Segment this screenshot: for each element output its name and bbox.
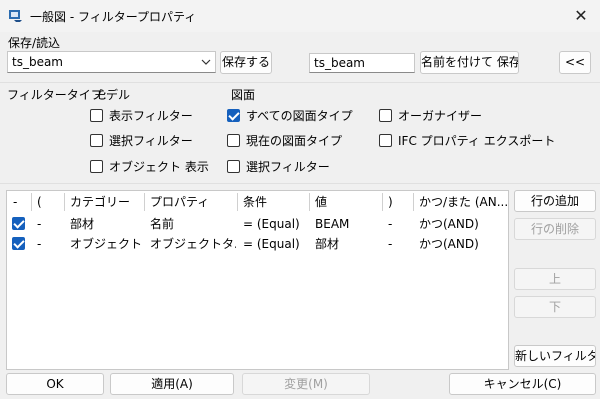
checkbox-all-drawing-types[interactable]: すべての図面タイプ — [227, 106, 353, 124]
table-row[interactable]: - オブジェクト オブジェクトタ... = (Equal) 部材 - かつ(AN… — [7, 234, 508, 254]
divider — [0, 82, 600, 83]
preset-select[interactable]: ts_beam — [7, 51, 216, 73]
modify-button[interactable]: 変更(M) — [242, 373, 370, 395]
checkbox-box[interactable] — [227, 133, 240, 147]
column-header-open-paren[interactable]: ( — [37, 191, 57, 213]
move-down-button[interactable]: 下 — [514, 296, 596, 318]
checkbox-box[interactable] — [379, 108, 392, 122]
checkbox-selection-filter-drawing[interactable]: 選択フィルター — [227, 157, 330, 175]
row-and-or[interactable]: かつ(AND) — [419, 234, 507, 254]
row-value[interactable]: 部材 — [315, 234, 381, 254]
column-header-close-paren[interactable]: ) — [388, 191, 408, 213]
divider — [0, 183, 600, 184]
save-as-button[interactable]: 名前を付けて 保存 — [420, 51, 519, 74]
row-condition[interactable]: = (Equal) — [243, 234, 309, 254]
window-title: 一般図 - フィルタープロパティ — [30, 10, 197, 24]
checkbox-box[interactable] — [90, 133, 103, 147]
checkbox-box[interactable] — [90, 159, 103, 173]
row-property[interactable]: オブジェクトタ... — [150, 234, 236, 254]
checkbox-box[interactable] — [90, 108, 103, 122]
column-header-check[interactable]: - — [13, 191, 25, 213]
row-category[interactable]: 部材 — [70, 214, 140, 234]
new-filter-button[interactable]: 新しいフィルター — [514, 345, 596, 367]
row-and-or[interactable]: かつ(AND) — [419, 214, 507, 234]
column-separator — [237, 193, 238, 211]
row-open-paren[interactable]: - — [37, 234, 41, 254]
cancel-button[interactable]: キャンセル(C) — [449, 373, 596, 395]
filter-rules-grid[interactable]: - ( カテゴリー プロパティ 条件 値 ) かつ/また (AN... - 部材… — [6, 190, 509, 370]
collapse-button[interactable]: << — [559, 51, 591, 74]
table-row[interactable]: - 部材 名前 = (Equal) BEAM - かつ(AND) — [7, 214, 508, 234]
column-header-value[interactable]: 値 — [315, 191, 381, 213]
column-separator — [382, 193, 383, 211]
column-separator — [309, 193, 310, 211]
checkbox-label: IFC プロパティ エクスポート — [398, 133, 556, 148]
checkbox-label: 選択フィルター — [109, 133, 193, 148]
row-enabled-checkbox[interactable] — [12, 217, 25, 230]
row-value[interactable]: BEAM — [315, 214, 381, 234]
column-separator — [64, 193, 65, 211]
column-header-category[interactable]: カテゴリー — [70, 191, 140, 213]
checkbox-box[interactable] — [227, 159, 240, 173]
checkbox-selection-filter-model[interactable]: 選択フィルター — [90, 131, 193, 149]
checkbox-ifc-property-export[interactable]: IFC プロパティ エクスポート — [379, 131, 555, 149]
checkbox-label: オーガナイザー — [398, 108, 483, 123]
row-category[interactable]: オブジェクト — [70, 234, 144, 254]
row-close-paren[interactable]: - — [388, 214, 392, 234]
column-separator — [144, 193, 145, 211]
filter-name-field[interactable]: ts_beam — [309, 53, 415, 73]
ok-button[interactable]: OK — [6, 373, 104, 395]
row-close-paren[interactable]: - — [388, 234, 392, 254]
checkbox-box[interactable] — [227, 108, 240, 122]
checkbox-box[interactable] — [379, 133, 392, 147]
checkbox-display-filter[interactable]: 表示フィルター — [90, 106, 193, 124]
delete-row-button[interactable]: 行の削除 — [514, 218, 596, 240]
preset-select-value: ts_beam — [12, 55, 63, 69]
row-enabled-checkbox[interactable] — [12, 237, 25, 250]
drawing-group-label: 図面 — [231, 88, 256, 102]
filter-app-icon — [8, 8, 24, 24]
row-condition[interactable]: = (Equal) — [243, 214, 309, 234]
filter-type-label: フィルタータイプ: — [7, 88, 107, 102]
column-header-and-or[interactable]: かつ/また (AN... — [419, 191, 507, 213]
move-up-button[interactable]: 上 — [514, 268, 596, 290]
column-separator — [31, 193, 32, 211]
save-button[interactable]: 保存する — [220, 51, 272, 74]
column-header-condition[interactable]: 条件 — [243, 191, 307, 213]
checkbox-object-display[interactable]: オブジェクト 表示 — [90, 157, 209, 175]
apply-button[interactable]: 適用(A) — [110, 373, 234, 395]
row-property[interactable]: 名前 — [150, 214, 234, 234]
checkbox-current-drawing-type[interactable]: 現在の図面タイプ — [227, 131, 342, 149]
row-open-paren[interactable]: - — [37, 214, 41, 234]
save-load-group-label: 保存/読込 — [8, 36, 61, 50]
column-header-property[interactable]: プロパティ — [150, 191, 234, 213]
add-row-button[interactable]: 行の追加 — [514, 190, 596, 212]
close-icon[interactable]: ✕ — [568, 4, 594, 28]
checkbox-label: 現在の図面タイプ — [246, 133, 343, 148]
checkbox-label: 選択フィルター — [246, 159, 330, 174]
checkbox-label: オブジェクト 表示 — [109, 159, 209, 174]
model-group-label: モデル — [94, 88, 131, 102]
checkbox-label: すべての図面タイプ — [246, 108, 353, 123]
chevron-down-icon — [201, 52, 211, 72]
checkbox-label: 表示フィルター — [109, 108, 193, 123]
checkbox-organizer[interactable]: オーガナイザー — [379, 106, 482, 124]
column-separator — [413, 193, 414, 211]
